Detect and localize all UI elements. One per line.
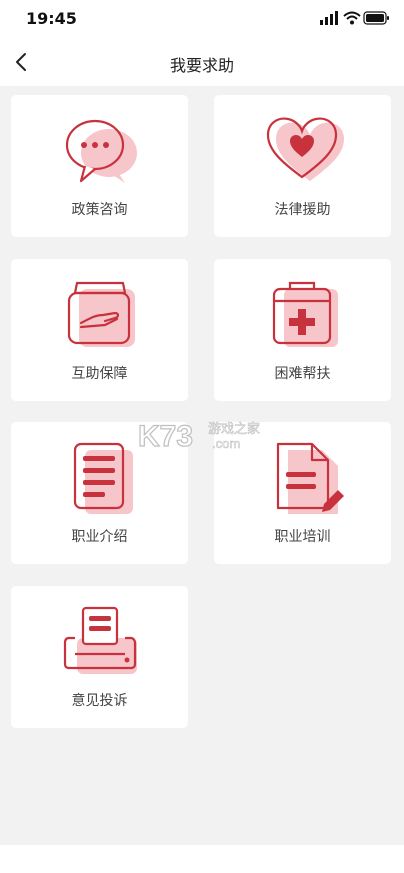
card-feedback-complaint[interactable]: 意见投诉 [11,586,188,728]
wifi-icon [343,11,361,25]
document-pen-icon [276,442,344,514]
card-label: 职业介绍 [71,529,128,545]
helping-hand-box-icon [67,281,135,347]
chat-bubbles-icon [65,119,137,183]
card-hardship-support[interactable]: 困难帮扶 [214,259,391,401]
card-job-introduction[interactable]: 职业介绍 [11,422,188,564]
status-icons [320,11,389,25]
card-label: 互助保障 [71,366,128,382]
card-mutual-aid[interactable]: 互助保障 [11,259,188,401]
card-label: 意见投诉 [71,693,128,709]
card-policy-consultation[interactable]: 政策咨询 [11,95,188,237]
first-aid-kit-icon [272,281,338,347]
document-list-icon [73,442,133,514]
signal-icon [320,11,338,25]
card-legal-aid[interactable]: 法律援助 [214,95,391,237]
status-bar: 19:45 [0,0,404,38]
heart-icon [266,117,344,181]
nav-bar: 我要求助 [0,38,404,86]
status-time: 19:45 [26,9,77,28]
card-label: 法律援助 [274,202,331,218]
card-label: 职业培训 [274,529,331,545]
card-job-training[interactable]: 职业培训 [214,422,391,564]
bottom-bar [0,845,404,873]
page-title: 我要求助 [169,56,234,75]
printer-icon [63,606,137,674]
card-label: 困难帮扶 [274,366,331,382]
battery-icon [363,11,389,25]
card-label: 政策咨询 [71,202,128,218]
